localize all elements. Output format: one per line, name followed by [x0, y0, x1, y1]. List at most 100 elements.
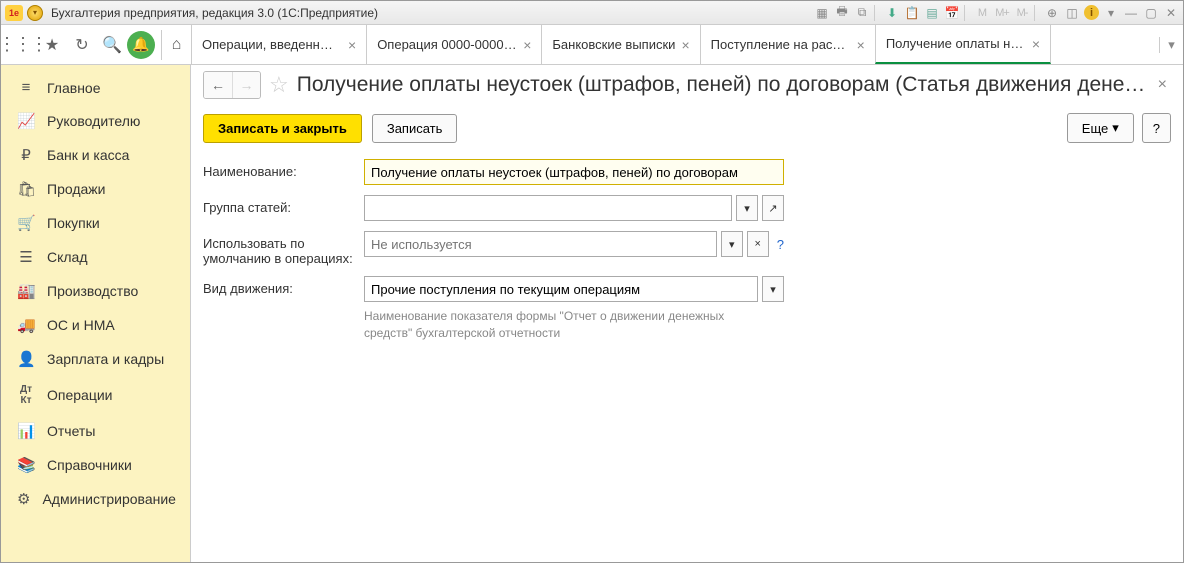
more-tabs-icon[interactable]: ▾ [1159, 37, 1183, 53]
page-title: Получение оплаты неустоек (штрафов, пене… [297, 73, 1146, 97]
ruble-icon: ₽ [17, 146, 35, 164]
name-input[interactable] [364, 159, 784, 185]
sidebar-item-label: Производство [47, 283, 138, 299]
sidebar-item-salary[interactable]: 👤 Зарплата и кадры [1, 342, 190, 376]
apps-icon[interactable]: ⋮⋮⋮ [7, 30, 37, 60]
movement-hint: Наименование показателя формы "Отчет о д… [364, 308, 764, 342]
sidebar-item-production[interactable]: 🏭Производство [1, 274, 190, 308]
sidebar-item-label: Главное [47, 80, 101, 96]
help-button[interactable]: ? [1142, 113, 1171, 143]
print-preview-icon[interactable]: ▦ [814, 5, 830, 21]
separator [874, 5, 880, 21]
favorite-star-icon[interactable]: ☆ [269, 72, 289, 98]
scale-m-minus-icon[interactable]: M- [1014, 5, 1030, 21]
sidebar-item-operations[interactable]: Дт Кт Операции [1, 376, 190, 414]
action-row: Записать и закрыть Записать Еще▾ ? [203, 113, 1171, 143]
group-label: Группа статей: [203, 195, 358, 215]
chart-icon: 📈 [17, 112, 35, 130]
default-dropdown-icon[interactable]: ▾ [721, 231, 743, 257]
separator [1034, 5, 1040, 21]
close-icon[interactable]: × [1032, 36, 1040, 52]
close-icon[interactable]: × [523, 37, 531, 53]
default-input[interactable] [364, 231, 717, 257]
group-dropdown-icon[interactable]: ▾ [736, 195, 758, 221]
sidebar-item-bank[interactable]: ₽ Банк и касса [1, 138, 190, 172]
notifications-icon[interactable]: 🔔 [127, 31, 155, 59]
nav-buttons: ← → [203, 71, 261, 99]
sidebar-item-sales[interactable]: 🛍 Продажи [1, 172, 190, 206]
window-title: Бухгалтерия предприятия, редакция 3.0 (1… [51, 6, 810, 20]
form: Наименование: Группа статей: ▾ ↗ Использ… [203, 159, 1171, 342]
calculator-icon[interactable]: ▤ [924, 5, 940, 21]
sidebar-item-label: Зарплата и кадры [47, 351, 164, 367]
sidebar-item-main[interactable]: ≡ Главное [1, 71, 190, 104]
field-help-icon[interactable]: ? [777, 237, 784, 252]
search-icon[interactable]: 🔍 [97, 30, 127, 60]
bag-icon: 🛍 [17, 180, 35, 198]
content-area: ← → ☆ Получение оплаты неустоек (штрафов… [191, 65, 1183, 562]
sidebar-item-label: Банк и касса [47, 147, 129, 163]
home-icon[interactable]: ⌂ [161, 30, 191, 60]
open-tabs: Операции, введенные в...× Операция 0000-… [191, 25, 1159, 64]
sidebar-item-label: Отчеты [47, 423, 95, 439]
save-button[interactable]: Записать [372, 114, 458, 143]
close-page-icon[interactable]: × [1154, 76, 1171, 94]
tab-operation-0000-000007[interactable]: Операция 0000-000007 ...× [366, 25, 541, 64]
movement-dropdown-icon[interactable]: ▾ [762, 276, 784, 302]
group-input[interactable] [364, 195, 732, 221]
calendar-icon[interactable]: 📅 [944, 5, 960, 21]
close-icon[interactable]: × [857, 37, 865, 53]
sidebar: ≡ Главное 📈 Руководителю ₽ Банк и касса 🛍 Пр… [1, 65, 191, 562]
sidebar-item-catalogs[interactable]: 📚Справочники [1, 448, 190, 482]
close-icon[interactable]: × [348, 37, 356, 53]
sidebar-item-label: Покупки [47, 215, 100, 231]
app-menu-icon[interactable]: ▾ [27, 5, 43, 21]
sidebar-item-purchases[interactable]: 🛒Покупки [1, 206, 190, 240]
more-button[interactable]: Еще▾ [1067, 113, 1134, 143]
download-icon[interactable]: ⬇ [884, 5, 900, 21]
close-window-icon[interactable]: ✕ [1163, 5, 1179, 21]
info-icon[interactable]: i [1084, 5, 1099, 20]
sidebar-item-label: Администрирование [42, 491, 176, 507]
tab-operations-entered[interactable]: Операции, введенные в...× [191, 25, 366, 64]
dropdown-icon[interactable]: ▾ [1103, 5, 1119, 21]
main-toolbar: ⋮⋮⋮ ★ ↻ 🔍 🔔 ⌂ Операции, введенные в...× … [1, 25, 1183, 65]
favorite-icon[interactable]: ★ [37, 30, 67, 60]
sidebar-item-manager[interactable]: 📈 Руководителю [1, 104, 190, 138]
window-titlebar: 1e ▾ Бухгалтерия предприятия, редакция 3… [1, 1, 1183, 25]
sidebar-item-label: Справочники [47, 457, 132, 473]
sidebar-item-label: Операции [47, 387, 113, 403]
movement-input[interactable] [364, 276, 758, 302]
separator [964, 5, 970, 21]
compare-icon[interactable]: ⧉ [854, 5, 870, 21]
sidebar-item-assets[interactable]: 🚚ОС и НМА [1, 308, 190, 342]
sidebar-item-warehouse[interactable]: ☰Склад [1, 240, 190, 274]
gear-icon: ⚙ [17, 490, 30, 508]
minimize-icon[interactable]: — [1123, 5, 1139, 21]
scale-m-icon[interactable]: M [974, 5, 990, 21]
zoom-icon[interactable]: ⊕ [1044, 5, 1060, 21]
sidebar-item-label: ОС и НМА [47, 317, 115, 333]
sidebar-item-label: Руководителю [47, 113, 140, 129]
sidebar-item-reports[interactable]: 📊Отчеты [1, 414, 190, 448]
default-clear-icon[interactable]: × [747, 231, 769, 257]
close-icon[interactable]: × [681, 37, 689, 53]
person-icon: 👤 [17, 350, 35, 368]
tab-bank-statements[interactable]: Банковские выписки× [541, 25, 699, 64]
print-icon[interactable]: 🖶 [834, 5, 850, 21]
tab-penalty-payment[interactable]: Получение оплаты неус...× [875, 25, 1051, 64]
dtkt-icon: Дт Кт [17, 384, 35, 406]
history-icon[interactable]: ↻ [67, 30, 97, 60]
group-open-icon[interactable]: ↗ [762, 195, 784, 221]
sidebar-item-label: Продажи [47, 181, 105, 197]
sidebar-item-admin[interactable]: ⚙ Администрирование [1, 482, 190, 516]
scale-m-plus-icon[interactable]: M+ [994, 5, 1010, 21]
panel-icon[interactable]: ◫ [1064, 5, 1080, 21]
tab-incoming-payment[interactable]: Поступление на расчет...× [700, 25, 875, 64]
save-close-button[interactable]: Записать и закрыть [203, 114, 362, 143]
nav-back-icon[interactable]: ← [204, 72, 232, 98]
titlebar-icons: ▦ 🖶 ⧉ ⬇ 📋 ▤ 📅 M M+ M- ⊕ ◫ i ▾ — ▢ ✕ [814, 5, 1179, 21]
menu-icon: ≡ [17, 79, 35, 96]
maximize-icon[interactable]: ▢ [1143, 5, 1159, 21]
clipboard-icon[interactable]: 📋 [904, 5, 920, 21]
